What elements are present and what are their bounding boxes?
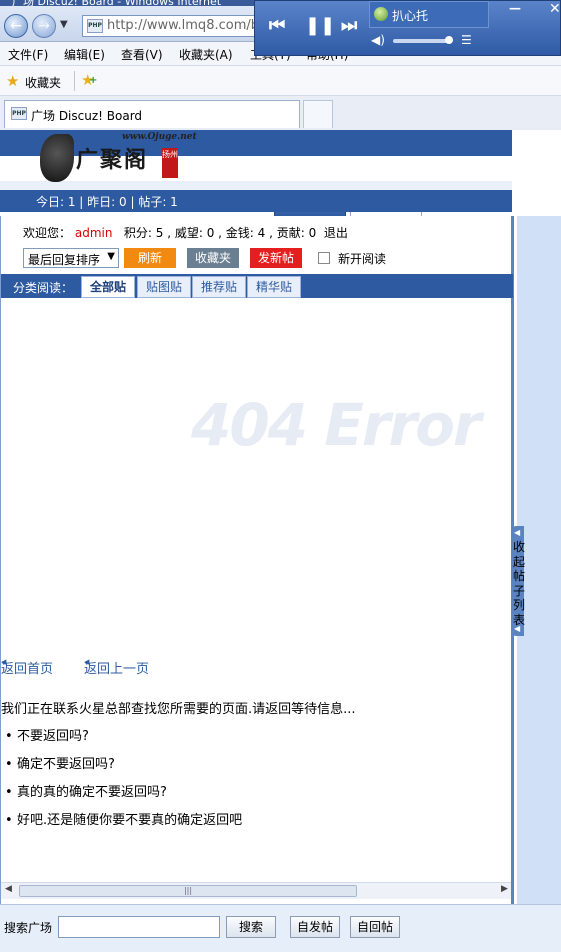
thread-toolbar: 最后回复排序 ▼ 刷新 收藏夹 发新帖 新开阅读 xyxy=(23,248,503,270)
tab-forum[interactable]: PHP 广场 Discuz! Board xyxy=(4,100,300,128)
now-playing: 扒心托 xyxy=(369,1,489,28)
chevron-down-icon: ▼ xyxy=(107,251,115,262)
refresh-button[interactable]: 刷新 xyxy=(124,248,176,268)
error-headline: 404 Error xyxy=(191,391,482,459)
my-posts-button[interactable]: 自发帖 xyxy=(290,916,340,938)
bullet-icon: • xyxy=(5,757,13,772)
welcome-line: 欢迎您： admin 积分: 5 , 威望: 0 , 金钱: 4 , 贡献: 0… xyxy=(23,224,348,241)
new-window-read-label: 新开阅读 xyxy=(338,252,387,266)
category-tab-recommended[interactable]: 推荐贴 xyxy=(192,276,246,298)
pause-icon[interactable]: ❚❚ xyxy=(305,15,335,36)
list-item-text: 确定不要返回吗? xyxy=(17,757,115,772)
address-url: http://www.lmq8.com/bbs xyxy=(107,18,262,33)
menu-favorites[interactable]: 收藏夹(A) xyxy=(179,46,233,63)
category-title: 分类阅读： xyxy=(13,281,74,295)
tab-label: 广场 Discuz! Board xyxy=(31,109,143,123)
back-button[interactable]: ← xyxy=(4,14,28,38)
tab-bar: PHP 广场 Discuz! Board xyxy=(0,96,561,130)
scrollbar-thumb[interactable]: ||| xyxy=(19,885,357,897)
media-player: ⏮ ❚❚ ⏭ 扒心托 — ✕ ◀) ☰ xyxy=(254,0,561,56)
sort-select[interactable]: 最后回复排序 ▼ xyxy=(23,248,119,268)
bullet-icon: • xyxy=(5,785,13,800)
track-icon xyxy=(374,7,388,21)
php-favicon-icon: PHP xyxy=(87,19,103,33)
logo-name: 广聚阁 xyxy=(76,147,149,173)
search-input[interactable] xyxy=(58,916,220,938)
logo-emblem-icon xyxy=(40,134,74,182)
back-arrow-icon: ← xyxy=(10,18,22,34)
list-item: • 真的真的确定不要返回吗? xyxy=(1,781,242,809)
triangle-left-icon: ◀ xyxy=(514,528,521,537)
track-title: 扒心托 xyxy=(392,9,429,23)
logout-link[interactable]: 退出 xyxy=(324,226,348,240)
forum-stats: 今日: 1 | 昨日: 0 | 帖子: 1 xyxy=(0,190,512,212)
close-icon[interactable]: ✕ xyxy=(549,1,561,17)
forward-arrow-icon: → xyxy=(38,18,50,34)
welcome-prefix: 欢迎您： xyxy=(23,226,72,240)
minimize-icon[interactable]: — xyxy=(509,1,521,15)
search-label: 搜索广场 xyxy=(4,921,53,935)
php-favicon-icon: PHP xyxy=(11,107,27,120)
add-favorite-icon[interactable]: ★ + xyxy=(81,71,97,89)
search-button[interactable]: 搜索 xyxy=(226,916,276,938)
username-link[interactable]: admin xyxy=(75,226,113,240)
bullet-icon: • xyxy=(5,813,13,828)
list-item: • 确定不要返回吗? xyxy=(1,753,242,781)
favorites-star-icon[interactable]: ★ xyxy=(6,72,19,90)
logo-url: www.Ojuge.net xyxy=(122,132,197,142)
previous-track-icon[interactable]: ⏮ xyxy=(269,15,285,36)
favorites-bar: ★ 收藏夹 ★ + xyxy=(0,66,561,96)
scroll-left-icon[interactable]: ◀ xyxy=(5,884,12,894)
volume-icon[interactable]: ◀) xyxy=(371,33,385,47)
sort-value: 最后回复排序 xyxy=(28,253,101,267)
forum-header: www.Ojuge.net 广聚阁 扬州 社区首页 Discuz! xyxy=(0,130,512,217)
menu-edit[interactable]: 编辑(E) xyxy=(64,46,105,63)
user-stats: 积分: 5 , 威望: 0 , 金钱: 4 , 贡献: 0 xyxy=(123,226,317,240)
forward-button[interactable]: → xyxy=(32,14,56,38)
favorites-button[interactable]: 收藏夹 xyxy=(25,74,61,91)
menu-view[interactable]: 查看(V) xyxy=(121,46,163,63)
my-replies-button[interactable]: 自回帖 xyxy=(350,916,400,938)
list-item-text: 好吧.还是随便你要不要真的确定返回吧 xyxy=(17,813,243,828)
category-tab-images[interactable]: 贴图贴 xyxy=(137,276,191,298)
category-tab-featured[interactable]: 精华贴 xyxy=(247,276,301,298)
category-tab-all[interactable]: 全部贴 xyxy=(81,276,135,298)
volume-knob[interactable] xyxy=(445,36,453,44)
list-item: • 好吧.还是随便你要不要真的确定返回吧 xyxy=(1,809,242,837)
favorite-button[interactable]: 收藏夹 xyxy=(187,248,239,268)
forum-logo[interactable]: www.Ojuge.net 广聚阁 扬州 xyxy=(40,132,200,198)
main-content: 欢迎您： admin 积分: 5 , 威望: 0 , 金钱: 4 , 贡献: 0… xyxy=(0,216,514,904)
list-item-text: 真的真的确定不要返回吗? xyxy=(17,785,167,800)
new-tab-button[interactable] xyxy=(303,100,333,128)
horizontal-scrollbar[interactable]: ◀ ||| ▶ xyxy=(1,882,511,899)
scroll-right-icon[interactable]: ▶ xyxy=(501,884,508,894)
collapse-list-label[interactable]: 收起帖子列表 xyxy=(513,540,525,627)
category-bar: 分类阅读： 全部贴 贴图贴 推荐贴 精华贴 xyxy=(1,274,513,298)
list-item-text: 不要返回吗? xyxy=(17,729,89,744)
next-track-icon[interactable]: ⏭ xyxy=(341,15,357,36)
logo-seal: 扬州 xyxy=(162,148,178,178)
playlist-icon[interactable]: ☰ xyxy=(461,33,472,47)
history-dropdown-icon[interactable]: ▼ xyxy=(60,19,68,30)
divider xyxy=(74,71,75,91)
menu-file[interactable]: 文件(F) xyxy=(8,46,48,63)
error-message: 我们正在联系火星总部查找您所需要的页面.请返回等待信息... xyxy=(1,702,356,717)
error-bullets: • 不要返回吗? • 确定不要返回吗? • 真的真的确定不要返回吗? • 好吧.还是随便… xyxy=(1,725,242,837)
search-bar: 搜索广场 搜索 自发帖 自回帖 xyxy=(0,904,561,952)
new-post-button[interactable]: 发新帖 xyxy=(250,248,302,268)
new-window-read-checkbox[interactable] xyxy=(318,252,330,264)
volume-slider[interactable] xyxy=(393,39,449,43)
bullet-icon: • xyxy=(5,729,13,744)
back-prev-label: 返回上一页 xyxy=(84,662,150,677)
list-item: • 不要返回吗? xyxy=(1,725,242,753)
address-bar[interactable]: PHP http://www.lmq8.com/bbs xyxy=(82,15,262,37)
back-home-label: 返回首页 xyxy=(1,662,54,677)
